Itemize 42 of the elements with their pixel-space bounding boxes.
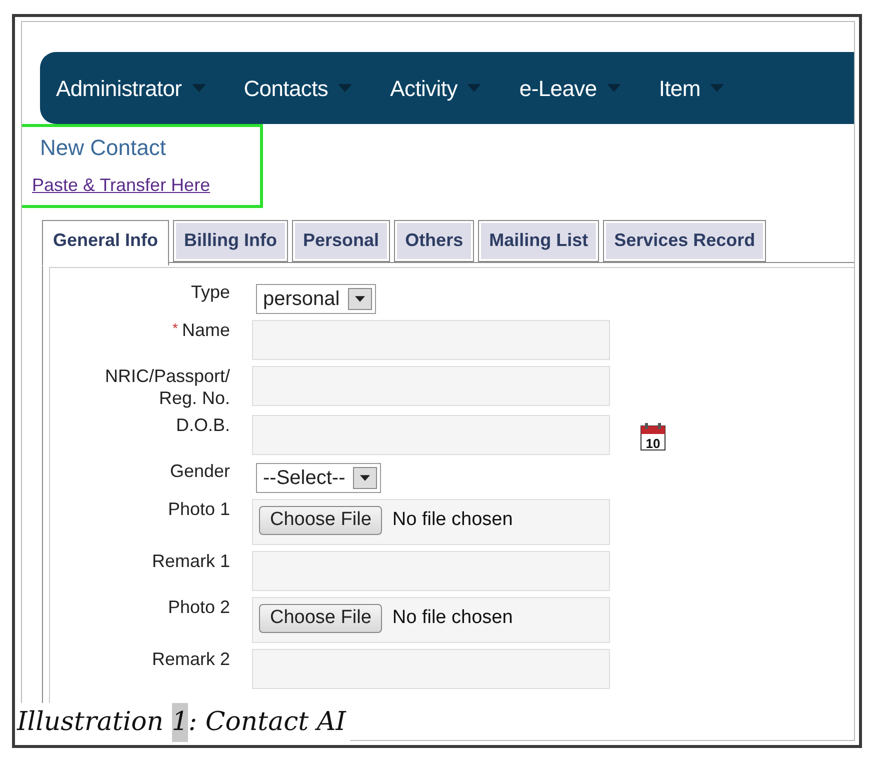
paste-transfer-link[interactable]: Paste & Transfer Here (32, 172, 210, 199)
field-label: Remark 1 (150, 551, 230, 574)
page-title: New Contact (40, 134, 166, 162)
menu-item[interactable]: Activity (390, 72, 482, 104)
dropdown-icon (360, 475, 370, 482)
dropdown-icon (354, 296, 365, 302)
field-label: Photo 1 (166, 499, 230, 522)
menu-item[interactable]: Contacts (244, 72, 352, 104)
file-status: No file chosen (392, 508, 513, 532)
input-field[interactable] (252, 320, 610, 360)
figure-caption: Illustration 1: Contact AI (17, 703, 350, 742)
input-field[interactable] (252, 366, 610, 406)
menu-item[interactable]: e-Leave (519, 72, 621, 104)
caret-icon (606, 84, 621, 92)
tab[interactable]: Services Record (603, 220, 766, 262)
caret-icon (710, 84, 724, 92)
tab[interactable]: General Info (42, 220, 170, 266)
choose-file-button[interactable]: Choose File (259, 604, 382, 633)
file-status: No file chosen (392, 606, 513, 630)
input-field[interactable] (252, 649, 610, 690)
select-field[interactable]: personal (256, 284, 376, 314)
tab[interactable]: Others (394, 220, 474, 262)
tab[interactable]: Billing Info (173, 220, 288, 262)
caret-icon (467, 84, 482, 92)
field-label: Gender (168, 461, 230, 484)
tab[interactable]: Personal (292, 220, 390, 262)
field-label: Type (190, 282, 230, 304)
caret-icon (192, 84, 206, 92)
caret-icon (338, 84, 352, 92)
field-label: Photo 2 (166, 597, 230, 620)
field-label: D.O.B. (174, 415, 230, 438)
input-field[interactable] (252, 415, 610, 456)
input-field[interactable] (252, 551, 610, 592)
menu-item[interactable]: Item (658, 72, 724, 104)
field-label: Remark 2 (150, 649, 230, 672)
choose-file-button[interactable]: Choose File (259, 506, 382, 535)
field-label: * Name (172, 320, 230, 342)
tab[interactable]: Mailing List (478, 220, 600, 262)
field-label: NRIC/Passport/ Reg. No. (104, 366, 230, 410)
calendar-icon[interactable]: 10 (640, 423, 666, 452)
menu-item[interactable]: Administrator (56, 72, 206, 104)
select-field[interactable]: --Select-- (256, 463, 382, 494)
